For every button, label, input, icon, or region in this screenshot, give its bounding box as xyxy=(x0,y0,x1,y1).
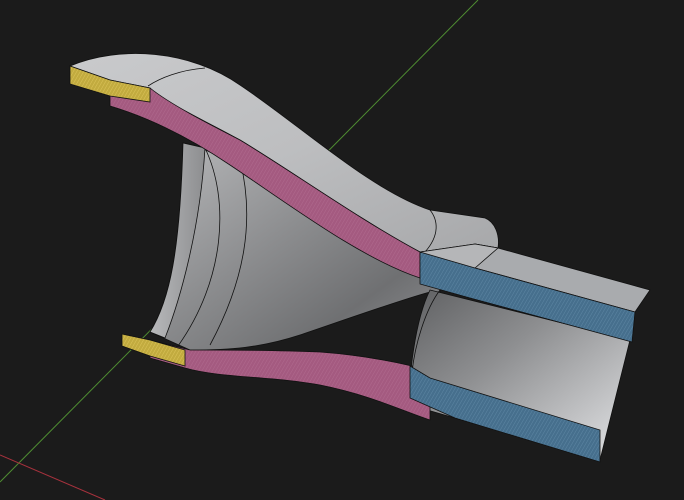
x-axis-line xyxy=(0,454,106,500)
viewport-canvas[interactable] xyxy=(0,0,684,500)
cut-face-pink-lower xyxy=(149,339,431,421)
3d-viewport[interactable] xyxy=(0,0,684,500)
